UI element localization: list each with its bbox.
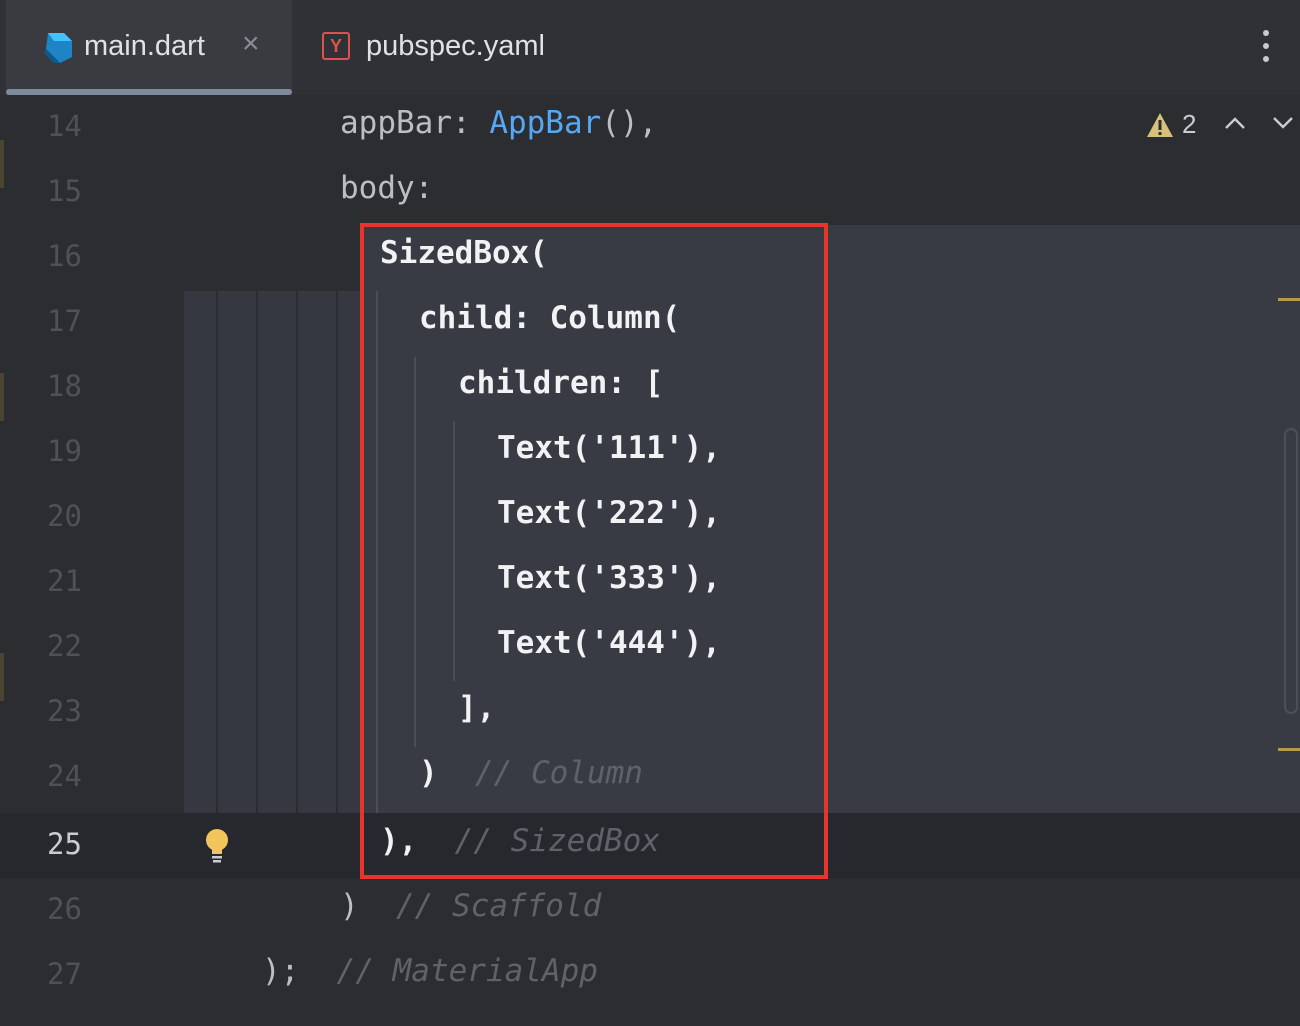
more-options-icon[interactable] xyxy=(1252,26,1280,66)
code-text: ], xyxy=(458,690,496,726)
dart-icon xyxy=(44,33,72,63)
gutter-marker xyxy=(0,140,4,188)
inspection-widget[interactable]: 2 xyxy=(1146,109,1196,140)
code-line[interactable]: 26 ) // Scaffold xyxy=(0,878,1300,943)
chevron-up-icon[interactable] xyxy=(1224,115,1246,131)
code-editor[interactable]: 14 appBar: AppBar(), 15 body: 16 SizedBo… xyxy=(0,95,1300,1026)
code-line[interactable]: 15 body: xyxy=(0,160,1300,225)
editor-tab-bar: main.dart × Y pubspec.yaml xyxy=(0,0,1300,95)
line-number: 23 xyxy=(47,694,82,728)
code-text: Text('333'), xyxy=(497,560,721,596)
warning-marker[interactable] xyxy=(1278,298,1300,301)
gutter-marker xyxy=(0,653,4,701)
code-line[interactable]: 18 children: [ xyxy=(0,355,1300,420)
line-number: 25 xyxy=(47,827,82,861)
warning-count: 2 xyxy=(1182,109,1197,139)
code-text: appBar: AppBar(), xyxy=(340,105,658,141)
code-text: ) // Scaffold xyxy=(340,888,602,924)
line-number: 27 xyxy=(47,957,82,991)
line-number: 26 xyxy=(47,892,82,926)
tab-label: pubspec.yaml xyxy=(366,30,545,62)
indent-guide xyxy=(414,357,416,747)
warning-icon xyxy=(1147,112,1173,137)
gutter-marker xyxy=(0,373,4,421)
code-text: body: xyxy=(340,170,434,206)
tab-pubspec-yaml[interactable]: Y pubspec.yaml xyxy=(318,0,618,95)
code-line[interactable]: 21 Text('333'), xyxy=(0,550,1300,615)
code-line[interactable]: 27 ); // MaterialApp xyxy=(0,943,1300,1008)
tab-label: main.dart xyxy=(84,30,205,62)
line-number: 14 xyxy=(47,109,82,143)
line-number: 24 xyxy=(47,759,82,793)
code-text: ) // Column xyxy=(419,755,643,791)
code-text: children: [ xyxy=(458,365,664,401)
close-icon[interactable]: × xyxy=(242,27,260,61)
code-text: Text('111'), xyxy=(497,430,721,466)
indent-guide xyxy=(376,291,378,813)
warning-marker[interactable] xyxy=(1278,748,1300,751)
line-number: 20 xyxy=(47,499,82,533)
yaml-icon: Y xyxy=(322,32,350,60)
line-number: 21 xyxy=(47,564,82,598)
code-text: ), // SizedBox xyxy=(380,823,660,859)
code-line-current[interactable]: 25 ), // SizedBox xyxy=(0,813,1300,878)
tab-main-dart[interactable]: main.dart × xyxy=(6,0,292,95)
line-number: 19 xyxy=(47,434,82,468)
code-line[interactable]: 14 appBar: AppBar(), xyxy=(0,95,1300,160)
code-text: ); // MaterialApp xyxy=(262,953,598,989)
line-number: 16 xyxy=(47,239,82,273)
code-text: child: Column( xyxy=(419,300,681,336)
code-line[interactable]: 17 child: Column( xyxy=(0,290,1300,355)
lightbulb-icon[interactable] xyxy=(204,828,230,866)
code-line[interactable]: 23 ], xyxy=(0,680,1300,745)
code-text: Text('444'), xyxy=(497,625,721,661)
line-number: 17 xyxy=(47,304,82,338)
code-line[interactable]: 22 Text('444'), xyxy=(0,615,1300,680)
vertical-scrollbar[interactable] xyxy=(1284,428,1298,714)
code-text: Text('222'), xyxy=(497,495,721,531)
code-line[interactable]: 16 SizedBox( xyxy=(0,225,1300,290)
code-line[interactable]: 19 Text('111'), xyxy=(0,420,1300,485)
code-line[interactable]: 24 ) // Column xyxy=(0,745,1300,810)
chevron-down-icon[interactable] xyxy=(1272,115,1294,131)
line-number: 15 xyxy=(47,174,82,208)
code-text: SizedBox( xyxy=(380,235,548,271)
line-number: 22 xyxy=(47,629,82,663)
indent-guide xyxy=(453,421,455,681)
code-line[interactable]: 20 Text('222'), xyxy=(0,485,1300,550)
line-number: 18 xyxy=(47,369,82,403)
